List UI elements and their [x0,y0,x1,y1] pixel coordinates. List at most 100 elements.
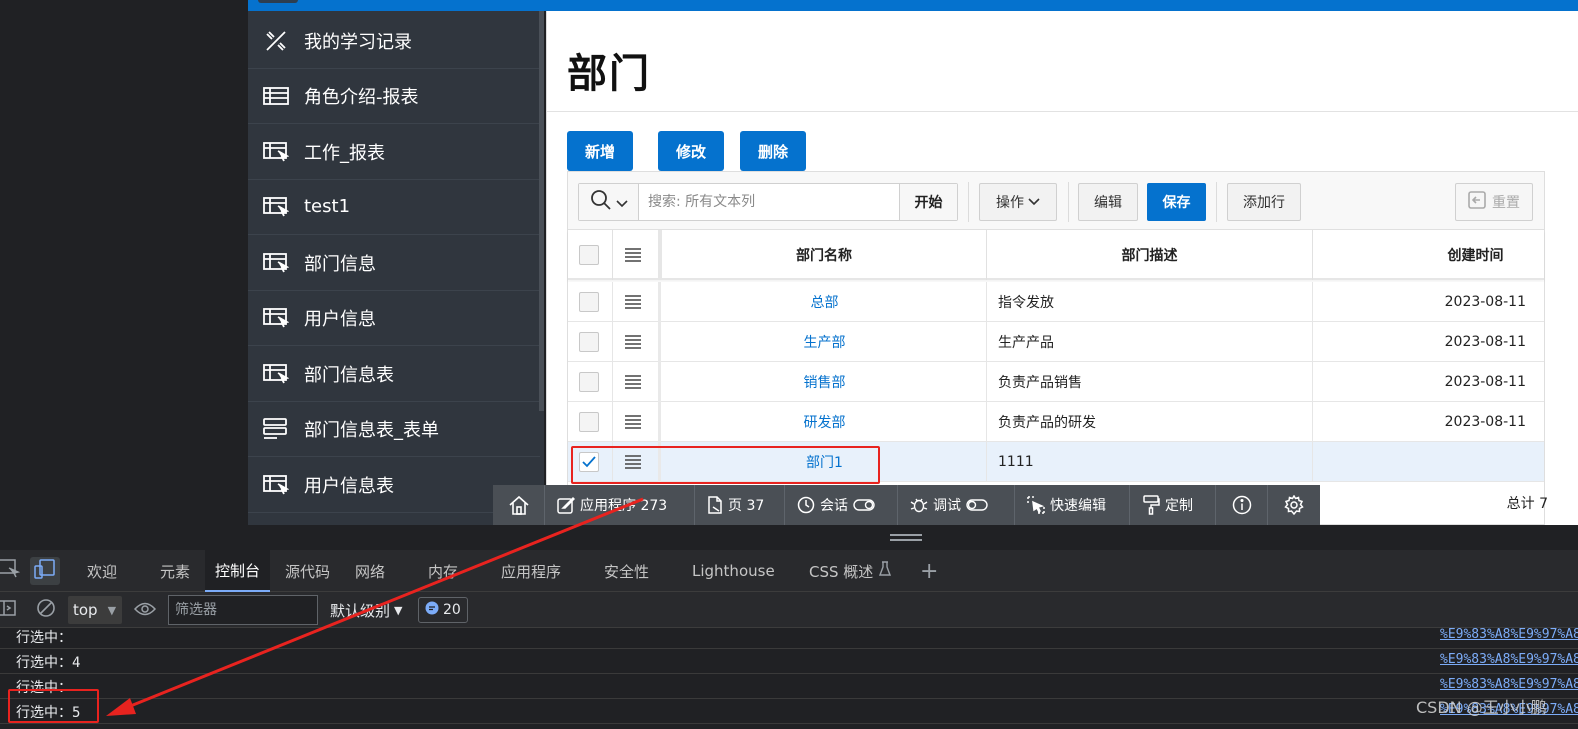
drag-grip [890,539,922,541]
created-date-cell[interactable]: 2023-08-11 [1445,362,1526,402]
issues-counter[interactable]: 20 [418,597,468,623]
actions-menu-button[interactable]: 操作 [979,183,1057,221]
console-source-link[interactable]: %E9%83%A8%E9%97%A8 [1440,652,1578,667]
application-button[interactable]: 应用程序 273 [545,485,695,525]
add-button[interactable]: 新增 [567,131,633,171]
row-checkbox[interactable] [579,372,599,392]
console-filter-input[interactable] [168,595,318,625]
sidebar-item-user-info[interactable]: 用户信息 [248,290,540,346]
toolbar-divider [1216,182,1217,222]
log-level-label: 默认级别 [330,601,391,620]
home-button[interactable] [493,485,545,525]
select-all-checkbox[interactable] [579,245,599,265]
cell-divider [986,402,987,442]
row-actions-icon[interactable] [625,295,641,309]
cell-divider [986,362,987,402]
sidebar-toggle-button[interactable] [0,596,22,624]
tab-security[interactable]: 安全性 [604,550,649,592]
table-row[interactable]: 研发部 负责产品的研发 2023-08-11 [568,402,1544,442]
column-header-dept-name[interactable]: 部门名称 [662,230,986,280]
device-toolbar-button[interactable] [30,557,60,585]
tab-sources[interactable]: 源代码 [285,550,330,592]
tab-welcome[interactable]: 欢迎 [87,550,117,592]
page-button[interactable]: 页 37 [695,485,785,525]
console-source-link[interactable]: %E9%83%A8%E9%97%A8 [1440,677,1578,692]
tab-css-overview[interactable]: CSS 概述 [809,550,892,592]
reset-label: 重置 [1492,195,1520,211]
chevron-down-icon [615,193,628,212]
search-input[interactable] [640,184,898,220]
reset-button[interactable]: 重置 [1455,183,1533,221]
customize-button[interactable]: 定制 [1130,485,1216,525]
row-actions-icon[interactable] [625,375,641,389]
dept-name-link[interactable]: 生产部 [663,322,986,362]
go-button[interactable]: 开始 [899,184,957,220]
dept-name-link[interactable]: 销售部 [663,362,986,402]
row-actions-icon[interactable] [625,415,641,429]
sidebar-item-work-report[interactable]: 工作_报表 [248,124,540,180]
delete-button[interactable]: 删除 [740,131,806,171]
session-button[interactable]: 会话 [785,485,898,525]
tab-lighthouse[interactable]: Lighthouse [692,550,775,592]
column-header-created-time[interactable]: 创建时间 [1313,230,1578,280]
css-overview-label: CSS 概述 [809,562,874,581]
table-row[interactable]: 总部 指令发放 2023-08-11 [568,282,1544,322]
sidebar-item-label: 角色介绍-报表 [304,86,419,108]
report-icon [262,141,290,163]
dept-desc-cell[interactable]: 1111 [998,442,1034,482]
dept-desc-cell[interactable]: 指令发放 [998,282,1054,322]
tab-network[interactable]: 网络 [355,550,385,592]
created-date-cell[interactable]: 2023-08-11 [1445,322,1526,362]
console-source-link[interactable]: %E9%83%A8%E9%97%A8 [1440,628,1578,642]
sidebar-item-role-report[interactable]: 角色介绍-报表 [248,68,540,124]
devtools-resize-handle[interactable] [0,525,1578,550]
dept-name-link[interactable]: 研发部 [663,402,986,442]
save-button[interactable]: 保存 [1147,183,1206,221]
sidebar-item-dept-form[interactable]: 部门信息表_表单 [248,401,540,457]
sidebar-item-learning-record[interactable]: 我的学习记录 [248,13,540,69]
edit-button[interactable]: 修改 [658,131,724,171]
row-checkbox[interactable] [579,412,599,432]
inspect-element-button[interactable] [0,557,24,585]
row-actions-icon[interactable] [625,335,641,349]
sidebar-item-dept-table[interactable]: 部门信息表 [248,346,540,402]
dept-desc-cell[interactable]: 负责产品的研发 [998,402,1096,442]
sidebar-item-dept-info[interactable]: 部门信息 [248,235,540,291]
live-expression-button[interactable] [130,596,160,624]
sidebar-scrollbar[interactable] [539,11,544,411]
created-date-cell[interactable]: 2023-08-11 [1445,282,1526,322]
hamburger-icon [625,248,641,262]
quick-edit-button[interactable]: 快速编辑 [1015,485,1130,525]
tab-console[interactable]: 控制台 [205,550,271,592]
screenshot-root: { "sidebar": { "items": [ {"label": "我的学… [0,0,1578,729]
log-level-select[interactable]: 默认级别 ▼ [330,596,402,624]
table-row[interactable]: 销售部 负责产品销售 2023-08-11 [568,362,1544,402]
toggle-icon [966,499,988,511]
edit-mode-button[interactable]: 编辑 [1078,183,1138,221]
column-header-dept-desc[interactable]: 部门描述 [987,230,1312,280]
tab-application[interactable]: 应用程序 [501,550,561,592]
created-date-cell[interactable]: 2023-08-11 [1445,402,1526,442]
toolbar-divider [1068,182,1069,222]
tab-elements[interactable]: 元素 [160,550,190,592]
sidebar-item-test1[interactable]: test1 [248,179,540,235]
dept-desc-cell[interactable]: 负责产品销售 [998,362,1082,402]
devtools-tab-bar: 欢迎 元素 控制台 源代码 网络 内存 应用程序 安全性 Lighthouse … [0,550,1578,592]
row-checkbox[interactable] [579,292,599,312]
more-tabs-button[interactable]: + [920,550,938,592]
dept-desc-cell[interactable]: 生产产品 [998,322,1054,362]
add-row-button[interactable]: 添加行 [1227,183,1301,221]
info-button[interactable] [1216,485,1268,525]
dept-name-link[interactable]: 总部 [663,282,986,322]
clear-console-button[interactable] [31,596,61,624]
tab-memory[interactable]: 内存 [428,550,458,592]
settings-button[interactable] [1268,485,1320,525]
context-select[interactable]: top ▼ [68,596,122,624]
header-menu-toggle[interactable] [258,0,298,3]
page-icon [707,496,723,514]
search-column-button[interactable] [579,184,639,220]
debug-button[interactable]: 调试 [898,485,1015,525]
table-row[interactable]: 生产部 生产产品 2023-08-11 [568,322,1544,362]
annotation-highlight-log [8,689,99,723]
row-checkbox[interactable] [579,332,599,352]
